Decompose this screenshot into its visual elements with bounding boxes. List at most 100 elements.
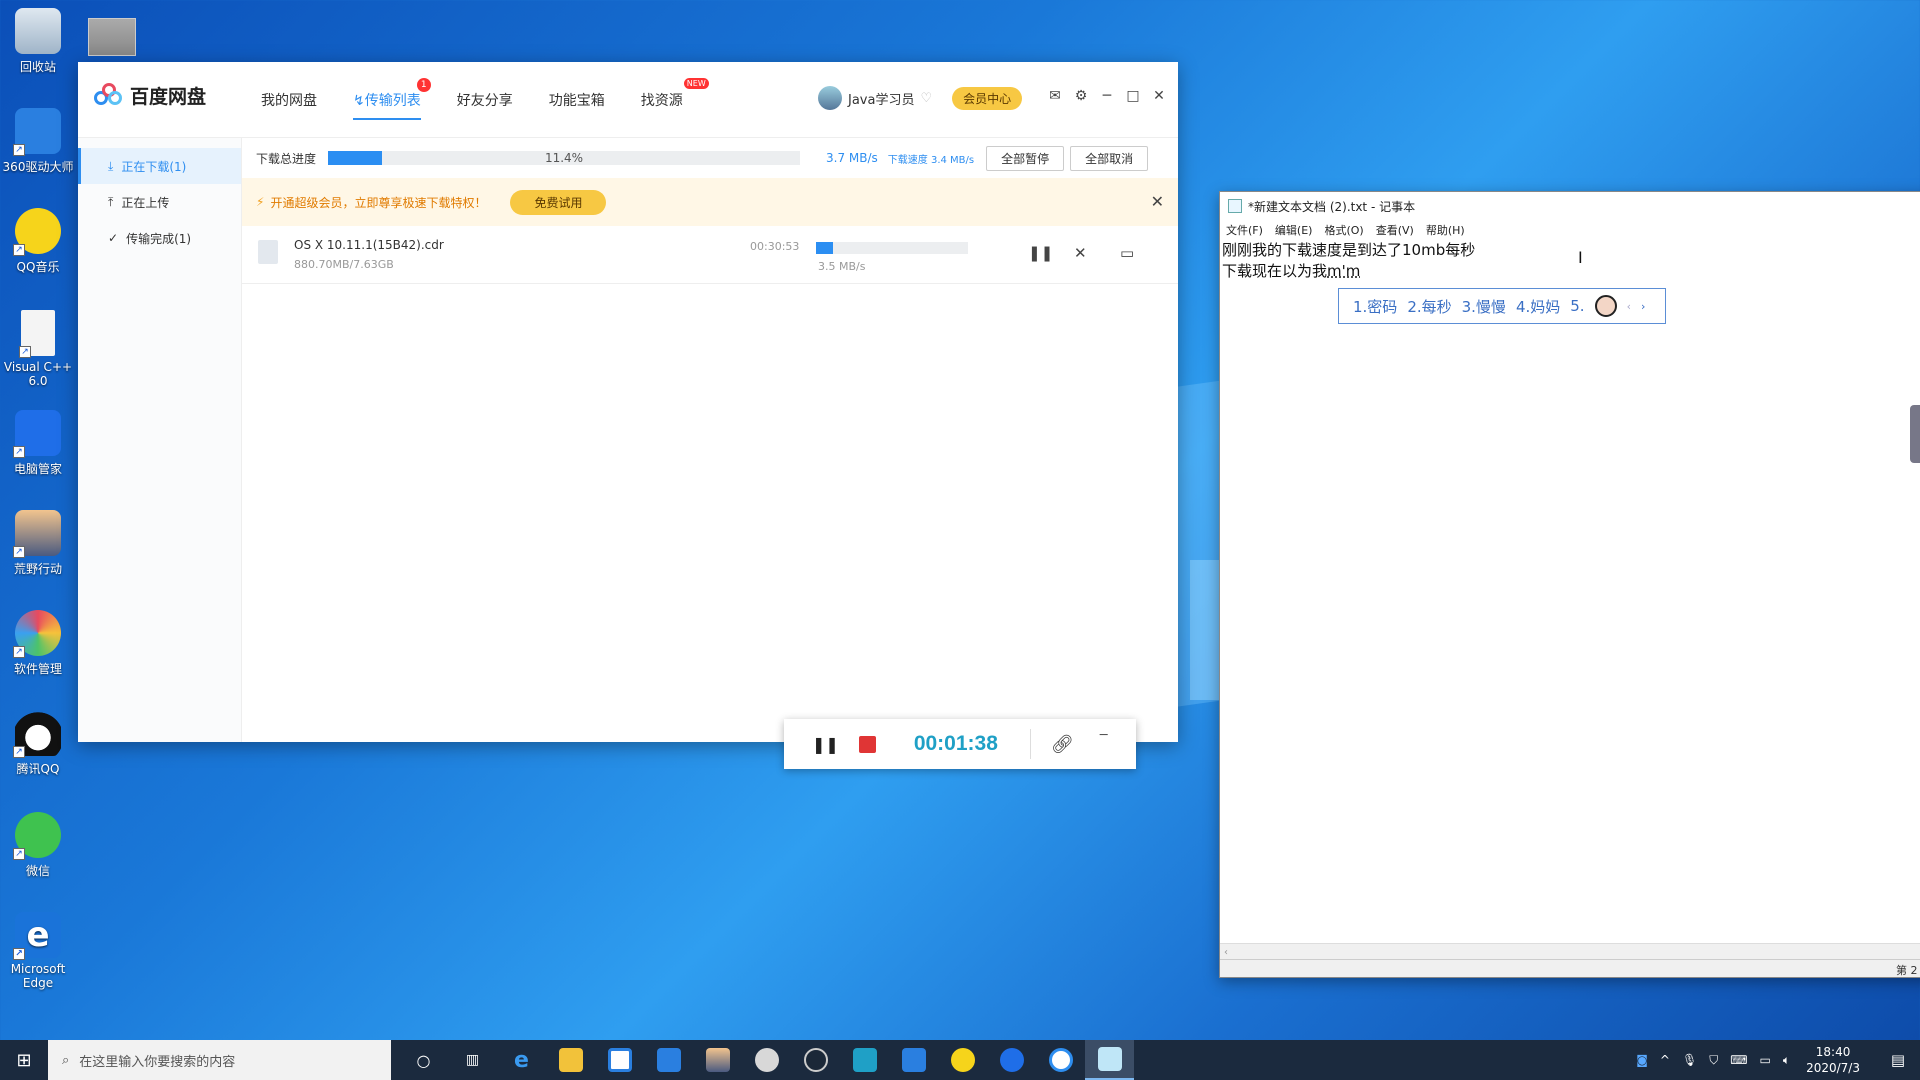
diamond-icon: ♡ [920, 90, 933, 106]
file-explorer-icon[interactable] [546, 1040, 595, 1080]
folder-icon[interactable]: ▭ [1120, 244, 1134, 262]
notepad-titlebar[interactable]: *新建文本文档 (2).txt - 记事本 [1220, 192, 1920, 220]
mail-icon[interactable] [644, 1040, 693, 1080]
emoji-face-icon[interactable] [1594, 295, 1617, 317]
qq-tray-icon[interactable]: ◙ [1636, 1053, 1648, 1067]
file-size: 880.70MB/7.63GB [294, 258, 394, 271]
nav-transfer-list[interactable]: ↯传输列表 1 [353, 78, 431, 120]
menu-help[interactable]: 帮助(H) [1426, 222, 1465, 238]
taskbar-search[interactable]: ⌕ 在这里输入你要搜索的内容 [48, 1040, 391, 1080]
pause-all-button[interactable]: 全部暂停 [986, 145, 1065, 171]
notepad-text-area[interactable]: 刚刚我的下载速度是到达了10mb每秒 下载现在以为我m'm [1222, 240, 1475, 282]
free-trial-button[interactable]: 免费试用 [510, 189, 607, 215]
desktop-icon-qq[interactable]: ↗ 腾讯QQ [2, 710, 74, 777]
pause-icon[interactable]: ❚❚ [1028, 244, 1053, 262]
menu-file[interactable]: 文件(F) [1226, 222, 1263, 238]
sidebar-item-completed[interactable]: ✓ 传输完成(1) [78, 220, 241, 256]
promo-text: 开通超级会员，立即尊享极速下载特权！ [270, 195, 487, 210]
maximize-icon[interactable]: □ [1126, 88, 1140, 104]
text-cursor-icon: I [1578, 248, 1583, 267]
prev-page-icon[interactable]: ‹ [1627, 300, 1631, 313]
network-icon[interactable]: ▭ [1760, 1053, 1771, 1067]
microphone-icon[interactable]: 🎙︎ [1682, 1053, 1697, 1067]
user-name[interactable]: Java学习员 [848, 89, 914, 108]
file-icon [258, 240, 278, 264]
cancel-all-button[interactable]: 全部取消 [1070, 145, 1149, 171]
ime-candidate-5[interactable]: 5. [1570, 297, 1584, 315]
desktop-icon-360-driver[interactable]: ↗ 360驱动大师 [2, 108, 74, 175]
time-remaining: 00:30:53 [750, 240, 800, 253]
cortana-icon[interactable]: ○ [399, 1040, 448, 1080]
browser-icon[interactable] [987, 1040, 1036, 1080]
mail-icon[interactable]: ✉ [1048, 88, 1062, 104]
ime-composition: m'm [1327, 262, 1361, 280]
game-icon: ↗ [13, 510, 61, 558]
input-method-icon[interactable]: ⌨︎ [1730, 1053, 1747, 1067]
ime-candidate-box: 1.密码 2.每秒 3.慢慢 4.妈妈 5. ‹ › [1338, 288, 1666, 324]
desktop-file-thumbnail[interactable] [88, 18, 136, 56]
file-name: OS X 10.11.1(15B42).cdr [294, 238, 444, 252]
nav-friend-share[interactable]: 好友分享 [457, 90, 513, 110]
menu-format[interactable]: 格式(O) [1324, 222, 1363, 238]
network-app-icon[interactable] [889, 1040, 938, 1080]
desktop-icon-qq-music[interactable]: ↗ QQ音乐 [2, 208, 74, 275]
cancel-icon[interactable]: ✕ [1074, 244, 1087, 262]
total-progress-row: 下载总进度 11.4% 3.7 MB/s 下载速度 3.4 MB/s 全部暂停 … [242, 138, 1178, 178]
qq-music-icon[interactable] [938, 1040, 987, 1080]
horizontal-scrollbar[interactable]: ‹ [1220, 943, 1920, 959]
close-icon[interactable]: ✕ [1152, 88, 1166, 104]
notepad-taskbar-icon[interactable] [1085, 1040, 1134, 1080]
pause-icon[interactable]: ❚❚ [812, 735, 839, 754]
chevron-up-icon[interactable]: ^ [1660, 1053, 1670, 1067]
stop-icon[interactable] [858, 735, 876, 753]
app-icon[interactable] [742, 1040, 791, 1080]
software-manager-icon: ↗ [13, 610, 61, 658]
avatar[interactable] [818, 86, 842, 110]
shield-tray-icon[interactable]: ⛉ [1709, 1053, 1718, 1068]
nav-toolbox[interactable]: 功能宝箱 [549, 90, 605, 110]
next-page-icon[interactable]: › [1641, 300, 1645, 313]
task-view-icon[interactable]: ▥ [448, 1040, 497, 1080]
edge-icon[interactable]: e [497, 1040, 546, 1080]
clock[interactable]: 18:40 2020/7/3 [1806, 1044, 1860, 1076]
vip-center-button[interactable]: 会员中心 [952, 86, 1023, 110]
sidebar-item-downloading[interactable]: ⤓ 正在下载(1) [78, 148, 241, 184]
file-speed: 3.5 MB/s [818, 260, 866, 273]
edge-side-tab[interactable] [1910, 405, 1920, 463]
desktop-icon-edge[interactable]: e ↗ Microsoft Edge [2, 912, 74, 990]
ime-candidate-2[interactable]: 2.每秒 [1407, 296, 1451, 317]
recording-time: 00:01:38 [913, 732, 998, 755]
download-row[interactable]: OS X 10.11.1(15B42).cdr 880.70MB/7.63GB … [242, 226, 1178, 284]
driver-gear-icon: ↗ [13, 108, 61, 156]
volume-icon[interactable]: 🔈︎ [1783, 1053, 1790, 1068]
menu-edit[interactable]: 编辑(E) [1275, 222, 1313, 238]
qq-music-icon: ↗ [13, 208, 61, 256]
desktop-icon-game[interactable]: ↗ 荒野行动 [2, 510, 74, 577]
ime-candidate-1[interactable]: 1.密码 [1353, 296, 1397, 317]
minimize-icon[interactable]: ─ [1100, 728, 1108, 743]
desktop-icon-wechat[interactable]: ↗ 微信 [2, 812, 74, 879]
desktop-icon-software-manager[interactable]: ↗ 软件管理 [2, 610, 74, 677]
transfer-count-badge: 1 [416, 78, 431, 92]
store-icon[interactable] [595, 1040, 644, 1080]
notification-icon[interactable]: ▤ [1876, 1051, 1920, 1069]
desktop-icon-visual-cpp[interactable]: ↗ Visual C++ 6.0 [2, 310, 74, 388]
menu-view[interactable]: 查看(V) [1376, 222, 1414, 238]
gear-icon[interactable]: ⚙ [1074, 88, 1088, 104]
ime-candidate-3[interactable]: 3.慢慢 [1462, 296, 1506, 317]
desktop-icon-pc-manager[interactable]: ↗ 电脑管家 [2, 410, 74, 477]
recorder-app-icon[interactable] [840, 1040, 889, 1080]
desktop-icon-recycle-bin[interactable]: 回收站 [2, 8, 74, 75]
steam-icon[interactable] [791, 1040, 840, 1080]
nav-find-resources[interactable]: 找资源 NEW [641, 78, 709, 110]
link-icon[interactable]: 🔗︎ [1051, 734, 1074, 755]
download-speed-detail: 下载速度 3.4 MB/s [887, 154, 975, 166]
sidebar-item-uploading[interactable]: ⤒ 正在上传 [78, 184, 241, 220]
baidu-netdisk-icon[interactable] [1036, 1040, 1085, 1080]
close-icon[interactable]: ✕ [1151, 192, 1164, 211]
minimize-icon[interactable]: ─ [1100, 88, 1114, 104]
nav-my-disk[interactable]: 我的网盘 [261, 90, 317, 110]
ime-candidate-4[interactable]: 4.妈妈 [1516, 296, 1560, 317]
windows-start-icon[interactable]: ⊞ [0, 1040, 48, 1080]
game-app-icon[interactable] [693, 1040, 742, 1080]
